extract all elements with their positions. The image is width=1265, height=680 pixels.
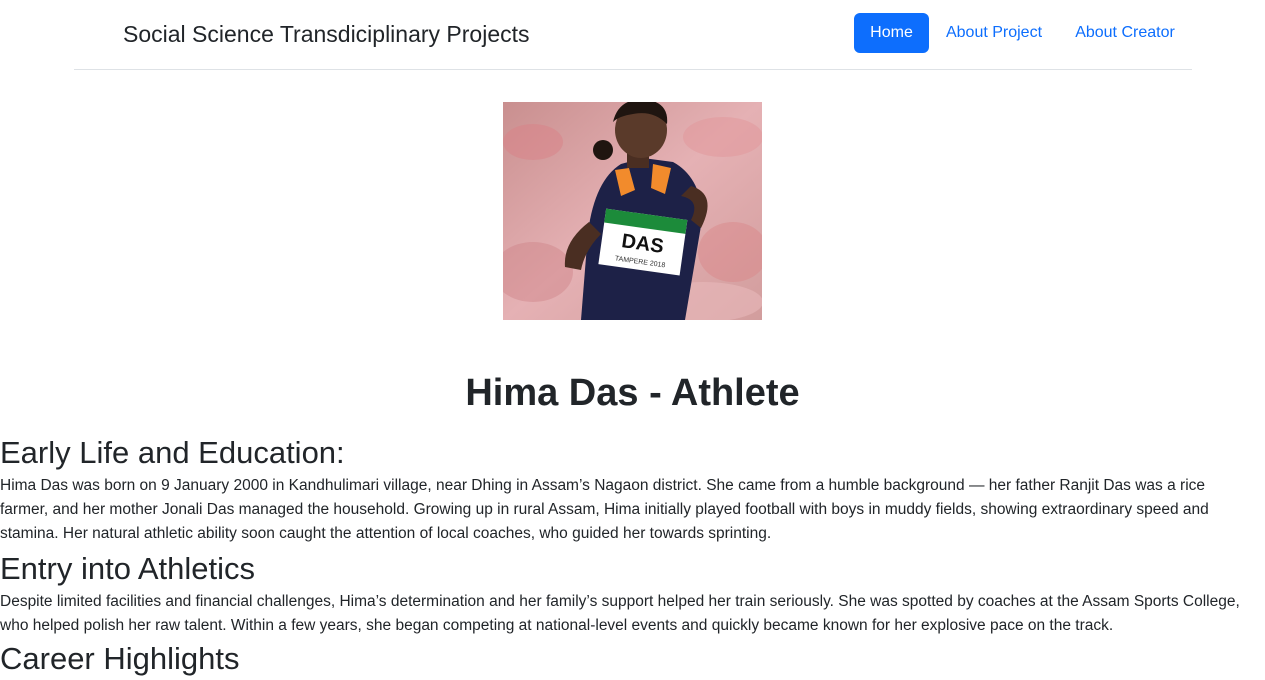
athlete-photo: DAS TAMPERE 2018 — [503, 102, 762, 320]
section-text-entry-athletics: Despite limited facilities and financial… — [0, 593, 1240, 634]
article-content: Early Life and Education: Hima Das was b… — [0, 432, 1255, 680]
nav-about-creator-link[interactable]: About Creator — [1074, 13, 1176, 53]
nav-home-link[interactable]: Home — [854, 13, 929, 53]
page-title: Hima Das - Athlete — [465, 372, 800, 414]
navbar: Social Science Transdiciplinary Projects… — [0, 0, 1265, 70]
nav-about-project-link[interactable]: About Project — [945, 13, 1043, 53]
navbar-container: Social Science Transdiciplinary Projects… — [74, 0, 1192, 70]
section-heading-entry-athletics: Entry into Athletics — [0, 551, 256, 586]
section-text-early-life: Hima Das was born on 9 January 2000 in K… — [0, 477, 1209, 542]
section-heading-early-life: Early Life and Education: — [0, 435, 345, 470]
brand-link[interactable]: Social Science Transdiciplinary Projects — [123, 19, 530, 49]
section-heading-career-highlights: Career Highlights — [0, 641, 240, 676]
